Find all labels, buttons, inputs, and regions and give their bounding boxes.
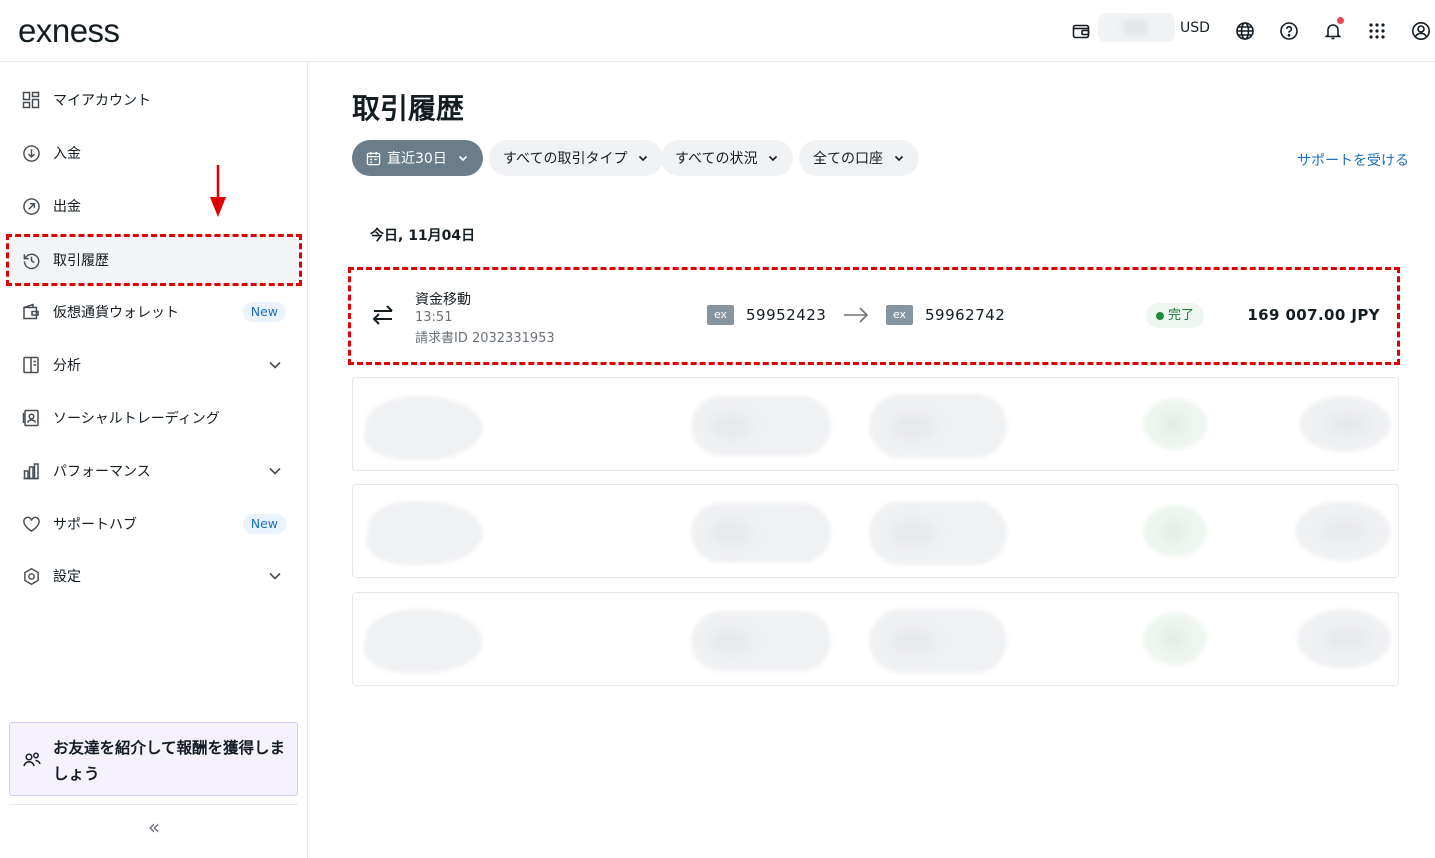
sidebar-item-analytics[interactable]: 分析 — [8, 343, 300, 387]
exness-logo[interactable]: exness — [18, 12, 120, 50]
sidebar-item-label: 取引履歴 — [53, 253, 109, 269]
sidebar-item-transaction-history[interactable]: 取引履歴 — [8, 238, 300, 282]
sidebar-item-crypto-wallet[interactable]: 仮想通貨ウォレット New — [8, 290, 300, 334]
wallet-icon[interactable] — [1069, 19, 1093, 43]
filter-label: すべての取引タイプ — [503, 151, 628, 167]
filter-status[interactable]: すべての状況 — [661, 140, 794, 176]
chevron-down-icon[interactable] — [266, 462, 284, 480]
invoice-id: 請求書ID 2032331953 — [415, 331, 555, 346]
deposit-icon — [21, 143, 41, 163]
transaction-type: 資金移動 — [415, 292, 471, 308]
calendar-icon — [366, 151, 381, 165]
blurred-transaction-row — [352, 484, 1399, 578]
sidebar-item-label: パフォーマンス — [53, 464, 151, 480]
help-icon[interactable] — [1277, 19, 1301, 43]
arrow-right-icon — [844, 307, 869, 323]
sidebar: マイアカウント 入金 出金 取引履歴 仮想通貨ウォレット New 分析 ソーシャ… — [0, 62, 308, 858]
to-account-number: 59962742 — [925, 306, 1006, 324]
people-icon — [23, 752, 41, 767]
promo-text: お友達を紹介して報酬を獲得しましょう — [53, 739, 286, 783]
sidebar-item-deposit[interactable]: 入金 — [8, 131, 300, 175]
sidebar-item-label: 仮想通貨ウォレット — [53, 305, 179, 321]
collapse-sidebar-button[interactable]: « — [144, 815, 164, 839]
sidebar-item-label: 入金 — [53, 146, 81, 162]
account-type-badge: ex — [886, 305, 913, 325]
history-icon — [21, 250, 41, 270]
sidebar-item-withdraw[interactable]: 出金 — [8, 184, 300, 228]
apps-grid-icon[interactable] — [1365, 19, 1389, 43]
red-arrow-annotation — [210, 165, 226, 217]
dashboard-icon — [21, 90, 41, 110]
get-support-link[interactable]: サポートを受ける — [1297, 150, 1409, 170]
chevron-down-icon — [639, 155, 648, 162]
filter-label: 全ての口座 — [813, 151, 883, 167]
sidebar-item-label: ソーシャルトレーディング — [53, 411, 220, 427]
date-group-header: 今日, 11月04日 — [370, 228, 476, 244]
social-trading-icon — [21, 408, 41, 428]
currency-label[interactable]: USD — [1180, 20, 1210, 36]
performance-icon — [21, 461, 41, 481]
from-account-number: 59952423 — [746, 306, 827, 324]
blurred-transaction-row — [352, 592, 1399, 686]
withdraw-icon — [21, 196, 41, 216]
filter-transaction-type[interactable]: すべての取引タイプ — [489, 140, 664, 176]
account-type-badge: ex — [707, 305, 734, 325]
chevron-down-icon[interactable] — [266, 356, 284, 374]
sidebar-divider — [9, 804, 298, 805]
sidebar-item-label: 分析 — [53, 358, 81, 374]
filter-accounts[interactable]: 全ての口座 — [799, 140, 919, 176]
profile-icon[interactable] — [1409, 19, 1433, 43]
sidebar-item-label: サポートハブ — [53, 517, 137, 533]
settings-icon — [21, 566, 41, 586]
chevron-down-icon — [769, 155, 778, 162]
status-badge: 完了 — [1146, 303, 1205, 328]
page-title: 取引履歴 — [352, 92, 465, 125]
sidebar-item-label: 出金 — [53, 199, 81, 215]
transfer-arrows-icon — [372, 305, 393, 325]
analytics-icon — [21, 355, 41, 375]
sidebar-item-label: マイアカウント — [53, 93, 151, 109]
transaction-row[interactable]: 資金移動 13:51 請求書ID 2032331953 ex 59952423 … — [352, 270, 1399, 360]
balance-display[interactable] — [1098, 13, 1175, 42]
sidebar-item-social-trading[interactable]: ソーシャルトレーディング — [8, 396, 300, 440]
transaction-amount: 169 007.00 JPY — [1247, 306, 1380, 324]
transaction-time: 13:51 — [415, 310, 453, 325]
crypto-wallet-icon — [21, 302, 41, 322]
referral-promo-banner[interactable]: お友達を紹介して報酬を獲得しましょう — [9, 722, 298, 796]
top-header: exness USD — [0, 0, 1435, 62]
filter-label: 直近30日 — [387, 151, 447, 167]
bell-icon[interactable] — [1321, 17, 1345, 43]
sidebar-item-settings[interactable]: 設定 — [8, 554, 300, 598]
heart-icon — [21, 514, 41, 534]
sidebar-item-label: 設定 — [53, 569, 81, 585]
chevron-down-icon — [458, 155, 467, 162]
filter-label: すべての状況 — [675, 151, 758, 167]
globe-icon[interactable] — [1233, 19, 1257, 43]
chevron-down-icon[interactable] — [266, 567, 284, 585]
sidebar-item-support-hub[interactable]: サポートハブ New — [8, 502, 300, 546]
new-badge: New — [242, 302, 286, 322]
sidebar-item-my-account[interactable]: マイアカウント — [8, 78, 300, 122]
sidebar-item-performance[interactable]: パフォーマンス — [8, 449, 300, 493]
new-badge: New — [242, 514, 286, 534]
chevron-down-icon — [894, 155, 904, 162]
blurred-transaction-row — [352, 377, 1399, 471]
filter-period[interactable]: 直近30日 — [352, 140, 483, 176]
notification-dot — [1337, 17, 1344, 24]
